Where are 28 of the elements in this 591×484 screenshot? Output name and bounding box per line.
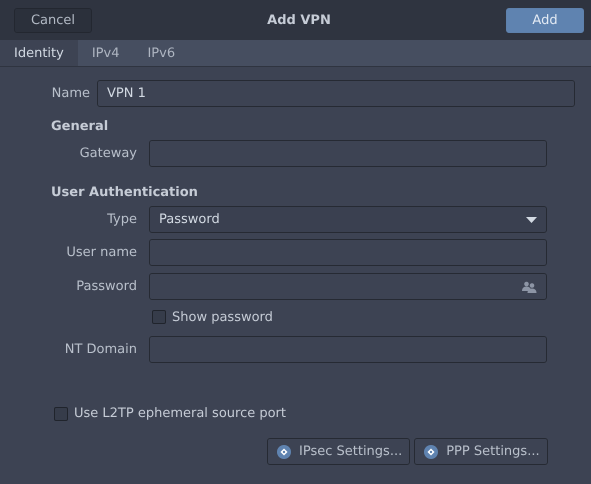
checkbox[interactable]: Show password bbox=[152, 310, 273, 324]
window-title: Add VPN bbox=[266, 12, 332, 28]
tab[interactable]: IPv6 bbox=[133, 40, 190, 66]
settings-button[interactable]: IPsec Settings... bbox=[267, 438, 410, 465]
settings-icon bbox=[424, 444, 438, 458]
section-heading: User Authentication bbox=[51, 185, 199, 200]
add-button[interactable]: Add bbox=[506, 8, 584, 32]
field-label: NT Domain bbox=[64, 342, 137, 357]
caret-icon bbox=[526, 216, 537, 222]
input-field[interactable] bbox=[149, 140, 547, 167]
settings-icon bbox=[277, 444, 291, 458]
users-icon bbox=[522, 280, 537, 292]
field-label: Type bbox=[106, 212, 137, 227]
cancel-button[interactable]: Cancel bbox=[14, 8, 92, 32]
type-dropdown[interactable]: Password bbox=[149, 206, 547, 233]
input-field[interactable]: VPN 1 bbox=[97, 80, 575, 107]
field-label: Gateway bbox=[78, 146, 137, 161]
settings-button[interactable]: PPP Settings... bbox=[414, 438, 548, 465]
field-label: Password bbox=[75, 279, 137, 294]
section-heading: General bbox=[51, 119, 110, 134]
field-label: Name bbox=[50, 86, 90, 101]
input-field[interactable] bbox=[149, 239, 547, 266]
input-field[interactable] bbox=[149, 336, 547, 363]
password-field[interactable] bbox=[149, 273, 547, 300]
tab[interactable]: Identity bbox=[0, 40, 78, 66]
checkbox[interactable]: Use L2TP ephemeral source port bbox=[54, 406, 286, 421]
field-label: User name bbox=[65, 245, 137, 260]
tab[interactable]: IPv4 bbox=[78, 40, 134, 66]
